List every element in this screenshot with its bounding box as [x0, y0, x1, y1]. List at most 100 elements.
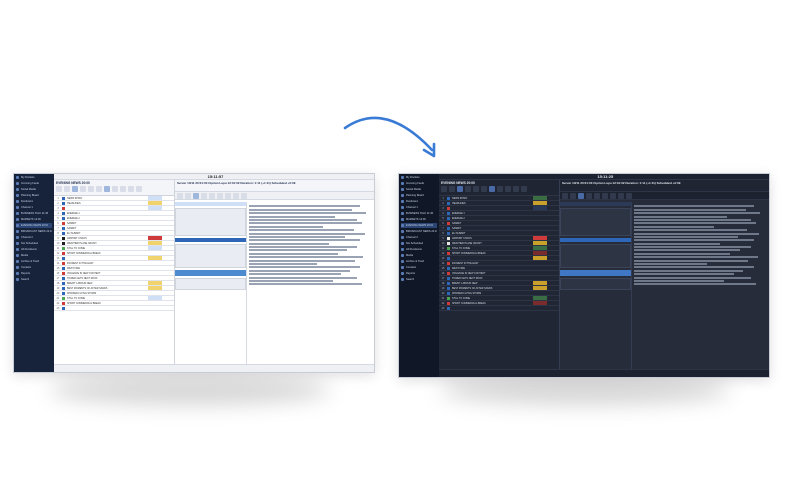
- sidebar-item[interactable]: Rundowns: [16, 199, 52, 204]
- sidebar-item[interactable]: Channel 2: [16, 235, 52, 240]
- tool-button[interactable]: [80, 186, 86, 192]
- tool-button[interactable]: [497, 186, 503, 192]
- tool-button[interactable]: [120, 186, 126, 192]
- tool-button[interactable]: [473, 186, 479, 192]
- tool-button[interactable]: [241, 193, 247, 199]
- sidebar-item[interactable]: Channel 1: [16, 205, 52, 210]
- flag-icon: [447, 266, 450, 270]
- sidebar-item[interactable]: Planning Board: [401, 193, 437, 198]
- sidebar-item[interactable]: Rundowns: [401, 199, 437, 204]
- tool-button[interactable]: [193, 193, 199, 199]
- sidebar-item[interactable]: Archive & Trash: [16, 259, 52, 264]
- sidebar-item[interactable]: EVENING NEWS 20:00: [401, 223, 437, 228]
- sidebar-item[interactable]: Contacts: [401, 265, 437, 270]
- table-row[interactable]: 23: [439, 306, 559, 311]
- status-badge: [148, 251, 162, 255]
- tool-button[interactable]: [513, 186, 519, 192]
- sidebar-item[interactable]: Social Media: [16, 187, 52, 192]
- flag-icon: [447, 206, 450, 210]
- tool-button[interactable]: [562, 193, 568, 199]
- sidebar-item[interactable]: All Rundowns: [16, 247, 52, 252]
- tool-button[interactable]: [225, 193, 231, 199]
- sidebar-item-icon: [16, 230, 19, 233]
- tool-button[interactable]: [209, 193, 215, 199]
- tool-button[interactable]: [594, 193, 600, 199]
- sidebar-item[interactable]: Social Media: [401, 187, 437, 192]
- tool-button[interactable]: [136, 186, 142, 192]
- sidebar-item-label: BUSINESS TALK 11:45: [406, 212, 434, 215]
- status-badge: [533, 196, 547, 200]
- sidebar-item[interactable]: BUSINESS TALK 11:45: [401, 211, 437, 216]
- sidebar-item-icon: [16, 188, 19, 191]
- table-row[interactable]: 23: [54, 306, 174, 311]
- tool-button[interactable]: [586, 193, 592, 199]
- tool-button[interactable]: [610, 193, 616, 199]
- tool-button[interactable]: [489, 186, 495, 192]
- tool-button[interactable]: [481, 186, 487, 192]
- tool-button[interactable]: [201, 193, 207, 199]
- tool-button[interactable]: [570, 193, 576, 199]
- sidebar-item[interactable]: Reports: [16, 271, 52, 276]
- rundown-rows: 1 NEWS INTRO 2 HEADLINES 3 4 ENERGIE 1 5 ENERGIE…: [439, 196, 559, 369]
- sidebar-item-icon: [401, 236, 404, 239]
- sidebar-item[interactable]: Contacts: [16, 265, 52, 270]
- sidebar-item[interactable]: BUSINESS TALK 11:45: [16, 211, 52, 216]
- sidebar-item[interactable]: Reports: [401, 271, 437, 276]
- sidebar-item[interactable]: Media: [401, 253, 437, 258]
- sidebar-item[interactable]: All Rundowns: [401, 247, 437, 252]
- tool-button[interactable]: [96, 186, 102, 192]
- tool-button[interactable]: [88, 186, 94, 192]
- sidebar-item[interactable]: BROADCAST NEWS 22:10: [401, 229, 437, 234]
- row-number: 9: [442, 236, 444, 240]
- tool-button[interactable]: [618, 193, 624, 199]
- sidebar-item[interactable]: Search: [401, 277, 437, 282]
- story-name: BEST MOMENTS OF AFTER SANDS: [67, 286, 108, 290]
- sidebar-item[interactable]: My Dockets: [16, 175, 52, 180]
- tool-button[interactable]: [217, 193, 223, 199]
- tool-button[interactable]: [505, 186, 511, 192]
- sidebar-item[interactable]: My Dockets: [401, 175, 437, 180]
- sidebar-item[interactable]: Archive & Trash: [401, 259, 437, 264]
- tool-button[interactable]: [449, 186, 455, 192]
- sidebar-item[interactable]: Not Scheduled: [16, 241, 52, 246]
- tool-button[interactable]: [441, 186, 447, 192]
- sidebar-item[interactable]: Channel 1: [401, 205, 437, 210]
- story-name: NEWS INTRO: [452, 196, 468, 200]
- sidebar-item[interactable]: Search: [16, 277, 52, 282]
- sidebar-item-label: MARKETS 12:00: [406, 218, 426, 221]
- story-header: Server 10/11 20:01:00 Ciprian Lupu 12:31…: [175, 180, 374, 192]
- sidebar-item[interactable]: EVENING NEWS 20:00: [16, 223, 52, 228]
- sidebar-item-icon: [16, 218, 19, 221]
- flag-icon: [447, 261, 450, 265]
- tool-button[interactable]: [626, 193, 632, 199]
- tool-button[interactable]: [72, 186, 78, 192]
- tool-button[interactable]: [465, 186, 471, 192]
- tool-button[interactable]: [521, 186, 527, 192]
- sidebar-item[interactable]: Incoming Feeds: [16, 181, 52, 186]
- before-after-comparison: My Dockets Incoming Feeds Social Media Plan…: [0, 0, 800, 500]
- tool-button[interactable]: [233, 193, 239, 199]
- sidebar-item[interactable]: BROADCAST NEWS 22:10: [16, 229, 52, 234]
- sidebar-item[interactable]: MARKETS 12:00: [401, 217, 437, 222]
- sidebar-item[interactable]: MARKETS 12:00: [16, 217, 52, 222]
- sidebar-item[interactable]: Channel 2: [401, 235, 437, 240]
- tool-button[interactable]: [177, 193, 183, 199]
- tool-button[interactable]: [185, 193, 191, 199]
- text-line: [249, 256, 364, 259]
- status-badge: [533, 286, 547, 290]
- tool-button[interactable]: [578, 193, 584, 199]
- tool-button[interactable]: [128, 186, 134, 192]
- tool-button[interactable]: [104, 186, 110, 192]
- tool-button[interactable]: [112, 186, 118, 192]
- row-number: 15: [56, 266, 60, 270]
- sidebar-item[interactable]: Not Scheduled: [401, 241, 437, 246]
- tool-button[interactable]: [457, 186, 463, 192]
- story-elements-column: [175, 202, 247, 372]
- status-badge: [533, 306, 547, 310]
- tool-button[interactable]: [56, 186, 62, 192]
- sidebar-item[interactable]: Media: [16, 253, 52, 258]
- sidebar-item[interactable]: Incoming Feeds: [401, 181, 437, 186]
- sidebar-item[interactable]: Planning Board: [16, 193, 52, 198]
- tool-button[interactable]: [602, 193, 608, 199]
- tool-button[interactable]: [64, 186, 70, 192]
